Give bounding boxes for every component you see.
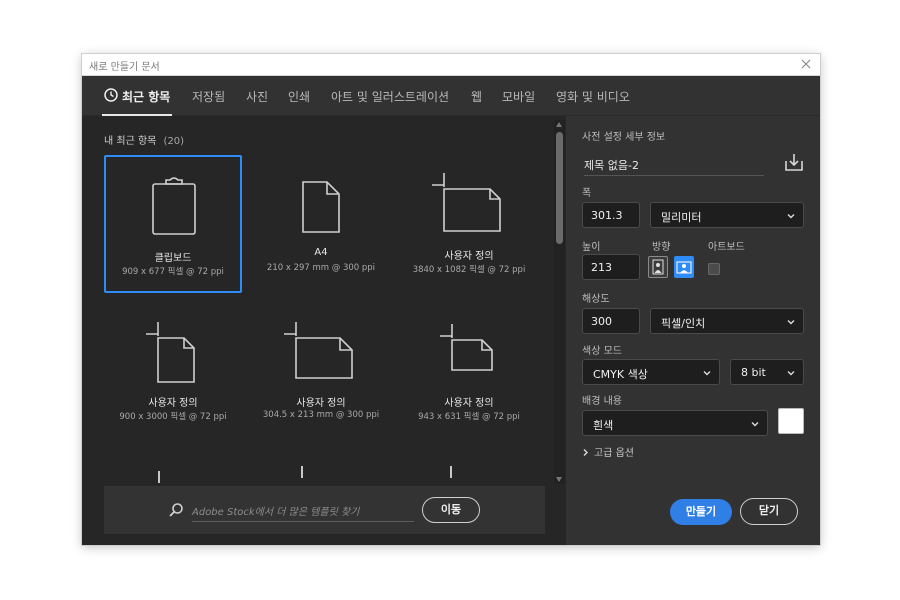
color-mode-label: 색상 모드: [582, 346, 622, 357]
chevron-down-icon: [787, 371, 795, 376]
preset-name: 사용자 정의: [444, 398, 494, 409]
chevron-down-icon: [787, 214, 795, 219]
tab-web[interactable]: 웹: [471, 88, 482, 105]
landscape-orientation-button[interactable]: [674, 256, 694, 278]
custom-document-icon: [146, 322, 195, 383]
scroll-down-icon[interactable]: [556, 477, 562, 482]
orientation-label: 방향: [652, 242, 671, 253]
advanced-options-toggle[interactable]: 고급 옵션: [582, 444, 634, 459]
close-button[interactable]: 닫기: [740, 498, 798, 525]
preset-card-clipboard[interactable]: 클립보드 909 x 677 픽셀 @ 72 ppi: [104, 155, 242, 293]
color-mode-select[interactable]: CMYK 색상: [582, 359, 720, 385]
preset-dimensions: 210 x 297 mm @ 300 ppi: [266, 263, 376, 273]
resolution-input[interactable]: 300: [582, 308, 640, 334]
title-bar: 새로 만들기 문서: [82, 54, 820, 76]
resolution-unit-select[interactable]: 픽셀/인치: [650, 308, 804, 334]
custom-document-icon: [432, 173, 501, 232]
chevron-down-icon: [787, 320, 795, 325]
width-label: 폭: [582, 188, 592, 199]
tab-art-illustration[interactable]: 아트 및 일러스트레이션: [331, 88, 449, 105]
preset-dimensions: 909 x 677 픽셀 @ 72 ppi: [122, 267, 224, 277]
details-heading: 사전 설정 세부 정보: [582, 132, 666, 143]
bit-depth-select[interactable]: 8 bit: [730, 359, 804, 385]
clipboard-icon: [152, 177, 196, 235]
tab-recent[interactable]: 최근 항목: [122, 88, 170, 105]
preset-dimensions: 304.5 x 213 mm @ 300 ppi: [262, 410, 380, 420]
tab-print[interactable]: 인쇄: [288, 88, 310, 105]
tab-mobile[interactable]: 모바일: [502, 88, 535, 105]
background-label: 배경 내용: [582, 396, 622, 407]
landscape-icon: [676, 261, 692, 274]
preset-card-custom-2[interactable]: 사용자 정의 900 x 3000 픽셀 @ 72 ppi: [104, 304, 242, 442]
preset-name: 사용자 정의: [148, 398, 198, 409]
resolution-label: 해상도: [582, 294, 610, 305]
next-row-icon-stub: [450, 466, 452, 478]
document-icon: [302, 181, 340, 233]
preset-dimensions: 943 x 631 픽셀 @ 72 ppi: [418, 412, 520, 422]
preset-dimensions: 3840 x 1082 픽셀 @ 72 ppi: [412, 265, 526, 275]
preset-name: 클립보드: [154, 253, 192, 264]
dialog-title: 새로 만들기 문서: [89, 62, 160, 73]
scrollbar-thumb[interactable]: [556, 132, 563, 244]
tab-film-video[interactable]: 영화 및 비디오: [556, 88, 630, 105]
clock-icon: [104, 88, 118, 102]
tab-saved[interactable]: 저장됨: [192, 88, 225, 105]
save-preset-icon[interactable]: [784, 152, 804, 172]
portrait-icon: [652, 259, 664, 275]
custom-document-icon: [440, 324, 493, 371]
chevron-down-icon: [703, 371, 711, 376]
preset-name: A4: [314, 247, 328, 258]
next-row-icon-stub: [158, 471, 160, 483]
close-icon[interactable]: [798, 56, 814, 72]
width-input[interactable]: 301.3: [582, 202, 640, 228]
preset-details-panel: 사전 설정 세부 정보 제목 없음-2 폭 301.3 밀리미터 높이 방향 아…: [566, 116, 820, 545]
preset-dimensions: 900 x 3000 픽셀 @ 72 ppi: [119, 412, 227, 422]
create-button[interactable]: 만들기: [670, 499, 732, 525]
presets-scrollbar[interactable]: [554, 120, 565, 484]
category-tabs: 최근 항목 저장됨 사진 인쇄 아트 및 일러스트레이션 웹 모바일 영화 및 …: [82, 76, 820, 116]
portrait-orientation-button[interactable]: [648, 256, 668, 278]
stock-search-input[interactable]: Adobe Stock에서 더 많은 템플릿 찾기: [192, 500, 414, 522]
preset-card-custom-1[interactable]: 사용자 정의 3840 x 1082 픽셀 @ 72 ppi: [400, 155, 538, 293]
preset-card-a4[interactable]: A4 210 x 297 mm @ 300 ppi: [252, 155, 390, 293]
chevron-right-icon: [583, 449, 588, 456]
go-button[interactable]: 이동: [422, 497, 480, 523]
preset-card-custom-3[interactable]: 사용자 정의 304.5 x 213 mm @ 300 ppi: [252, 304, 390, 442]
scroll-up-icon[interactable]: [556, 122, 562, 127]
artboard-label: 아트보드: [708, 242, 745, 253]
height-label: 높이: [582, 242, 601, 253]
background-color-swatch[interactable]: [778, 408, 804, 434]
recent-heading: 내 최근 항목 (20): [104, 136, 185, 147]
search-icon: [169, 503, 183, 517]
custom-document-icon: [284, 322, 353, 379]
background-select[interactable]: 흰색: [582, 410, 768, 436]
stock-search-bar: Adobe Stock에서 더 많은 템플릿 찾기 이동: [104, 486, 545, 534]
preset-name: 사용자 정의: [444, 251, 494, 262]
chevron-down-icon: [751, 422, 759, 427]
artboard-checkbox[interactable]: [708, 263, 720, 275]
preset-name: 사용자 정의: [296, 398, 346, 409]
tab-photo[interactable]: 사진: [246, 88, 268, 105]
document-name-field[interactable]: 제목 없음-2: [584, 152, 764, 176]
preset-card-custom-4[interactable]: 사용자 정의 943 x 631 픽셀 @ 72 ppi: [400, 304, 538, 442]
height-input[interactable]: 213: [582, 254, 640, 280]
width-unit-select[interactable]: 밀리미터: [650, 202, 804, 228]
new-document-dialog: 새로 만들기 문서 최근 항목 저장됨 사진 인쇄 아트 및 일러스트레이션 웹…: [82, 54, 820, 545]
next-row-icon-stub: [301, 466, 303, 478]
recent-presets-panel: 내 최근 항목 (20) 클립보드 909 x 677 픽셀 @ 72 ppi …: [82, 116, 566, 545]
